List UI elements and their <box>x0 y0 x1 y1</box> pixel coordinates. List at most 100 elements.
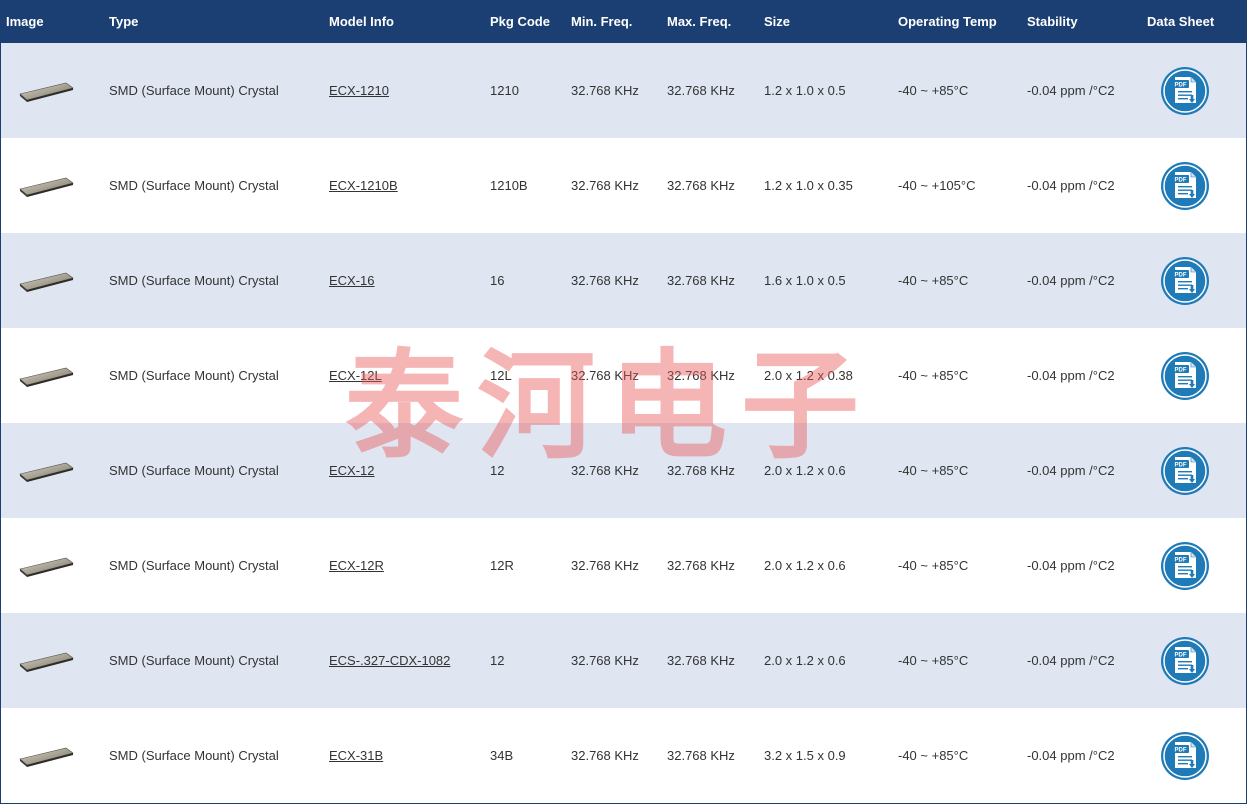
cell-stability: -0.04 ppm /°C2 <box>1027 83 1115 98</box>
cell-type: SMD (Surface Mount) Crystal <box>109 83 279 98</box>
crystal-image <box>19 557 74 577</box>
cell-size: 2.0 x 1.2 x 0.38 <box>764 368 853 383</box>
table-row: SMD (Surface Mount) Crystal ECX-1210B 12… <box>1 138 1246 233</box>
cell-min-freq: 32.768 KHz <box>571 178 639 193</box>
cell-model: ECX-12L <box>329 328 382 423</box>
cell-type: SMD (Surface Mount) Crystal <box>109 653 279 668</box>
table-row: SMD (Surface Mount) Crystal ECS-.327-CDX… <box>1 613 1246 708</box>
cell-type: SMD (Surface Mount) Crystal <box>109 748 279 763</box>
cell-size: 2.0 x 1.2 x 0.6 <box>764 653 846 668</box>
pdf-datasheet-icon[interactable]: PDF <box>1160 161 1210 211</box>
model-link[interactable]: ECS-.327-CDX-1082 <box>329 653 450 668</box>
model-link[interactable]: ECX-12 <box>329 463 375 478</box>
table-row: SMD (Surface Mount) Crystal ECX-16 16 32… <box>1 233 1246 328</box>
table-row: SMD (Surface Mount) Crystal ECX-1210 121… <box>1 43 1246 138</box>
header-pkg-code: Pkg Code <box>490 14 550 29</box>
pdf-icon-text: PDF <box>1175 653 1187 659</box>
crystal-image <box>19 82 74 102</box>
cell-size: 1.2 x 1.0 x 0.35 <box>764 178 853 193</box>
cell-min-freq: 32.768 KHz <box>571 83 639 98</box>
cell-model: ECX-12 <box>329 423 375 518</box>
header-stability: Stability <box>1027 14 1078 29</box>
cell-operating-temp: -40 ~ +105°C <box>898 178 976 193</box>
pdf-icon-text: PDF <box>1175 463 1187 469</box>
cell-model: ECX-1210B <box>329 138 398 233</box>
cell-operating-temp: -40 ~ +85°C <box>898 558 969 573</box>
cell-max-freq: 32.768 KHz <box>667 83 735 98</box>
cell-model: ECX-16 <box>329 233 375 328</box>
pdf-datasheet-icon[interactable]: PDF <box>1160 541 1210 591</box>
pdf-datasheet-icon[interactable]: PDF <box>1160 636 1210 686</box>
cell-size: 2.0 x 1.2 x 0.6 <box>764 463 846 478</box>
model-link[interactable]: ECX-1210 <box>329 83 389 98</box>
cell-pkg-code: 1210B <box>490 178 528 193</box>
cell-pkg-code: 12 <box>490 463 505 478</box>
model-link[interactable]: ECX-12L <box>329 368 382 383</box>
cell-size: 1.2 x 1.0 x 0.5 <box>764 83 846 98</box>
cell-max-freq: 32.768 KHz <box>667 558 735 573</box>
cell-min-freq: 32.768 KHz <box>571 558 639 573</box>
pdf-icon-text: PDF <box>1175 558 1187 564</box>
crystal-image <box>19 747 74 767</box>
model-link[interactable]: ECX-1210B <box>329 178 398 193</box>
crystal-image <box>19 462 74 482</box>
cell-pkg-code: 12R <box>490 558 514 573</box>
cell-max-freq: 32.768 KHz <box>667 463 735 478</box>
product-table: Image Type Model Info Pkg Code Min. Freq… <box>0 0 1247 803</box>
cell-operating-temp: -40 ~ +85°C <box>898 748 969 763</box>
crystal-image <box>19 272 74 292</box>
cell-max-freq: 32.768 KHz <box>667 178 735 193</box>
cell-max-freq: 32.768 KHz <box>667 653 735 668</box>
cell-stability: -0.04 ppm /°C2 <box>1027 748 1115 763</box>
cell-size: 2.0 x 1.2 x 0.6 <box>764 558 846 573</box>
pdf-datasheet-icon[interactable]: PDF <box>1160 446 1210 496</box>
cell-pkg-code: 34B <box>490 748 514 763</box>
crystal-image <box>19 177 74 197</box>
cell-type: SMD (Surface Mount) Crystal <box>109 558 279 573</box>
cell-min-freq: 32.768 KHz <box>571 748 639 763</box>
pdf-icon-text: PDF <box>1175 368 1187 374</box>
cell-stability: -0.04 ppm /°C2 <box>1027 653 1115 668</box>
cell-size: 3.2 x 1.5 x 0.9 <box>764 748 846 763</box>
cell-stability: -0.04 ppm /°C2 <box>1027 368 1115 383</box>
cell-type: SMD (Surface Mount) Crystal <box>109 178 279 193</box>
pdf-icon-text: PDF <box>1175 273 1187 279</box>
pdf-datasheet-icon[interactable]: PDF <box>1160 731 1210 781</box>
pdf-datasheet-icon[interactable]: PDF <box>1160 256 1210 306</box>
cell-operating-temp: -40 ~ +85°C <box>898 463 969 478</box>
pdf-icon-text: PDF <box>1175 83 1187 89</box>
table-row: SMD (Surface Mount) Crystal ECX-12L 12L … <box>1 328 1246 423</box>
cell-operating-temp: -40 ~ +85°C <box>898 368 969 383</box>
header-image: Image <box>6 14 44 29</box>
model-link[interactable]: ECX-12R <box>329 558 384 573</box>
cell-max-freq: 32.768 KHz <box>667 368 735 383</box>
cell-min-freq: 32.768 KHz <box>571 463 639 478</box>
cell-min-freq: 32.768 KHz <box>571 368 639 383</box>
header-operating-temp: Operating Temp <box>898 14 997 29</box>
cell-pkg-code: 12L <box>490 368 512 383</box>
pdf-datasheet-icon[interactable]: PDF <box>1160 351 1210 401</box>
pdf-icon-text: PDF <box>1175 178 1187 184</box>
cell-model: ECX-31B <box>329 708 383 803</box>
cell-pkg-code: 1210 <box>490 83 519 98</box>
model-link[interactable]: ECX-16 <box>329 273 375 288</box>
cell-min-freq: 32.768 KHz <box>571 273 639 288</box>
cell-model: ECX-1210 <box>329 43 389 138</box>
crystal-image <box>19 367 74 387</box>
pdf-datasheet-icon[interactable]: PDF <box>1160 66 1210 116</box>
header-max-freq: Max. Freq. <box>667 14 732 29</box>
pdf-icon-text: PDF <box>1175 748 1187 754</box>
cell-model: ECX-12R <box>329 518 384 613</box>
cell-stability: -0.04 ppm /°C2 <box>1027 178 1115 193</box>
cell-pkg-code: 16 <box>490 273 505 288</box>
cell-stability: -0.04 ppm /°C2 <box>1027 273 1115 288</box>
header-size: Size <box>764 14 791 29</box>
model-link[interactable]: ECX-31B <box>329 748 383 763</box>
cell-size: 1.6 x 1.0 x 0.5 <box>764 273 846 288</box>
cell-operating-temp: -40 ~ +85°C <box>898 273 969 288</box>
cell-operating-temp: -40 ~ +85°C <box>898 653 969 668</box>
cell-pkg-code: 12 <box>490 653 505 668</box>
cell-min-freq: 32.768 KHz <box>571 653 639 668</box>
cell-operating-temp: -40 ~ +85°C <box>898 83 969 98</box>
table-header: Image Type Model Info Pkg Code Min. Freq… <box>1 0 1246 43</box>
